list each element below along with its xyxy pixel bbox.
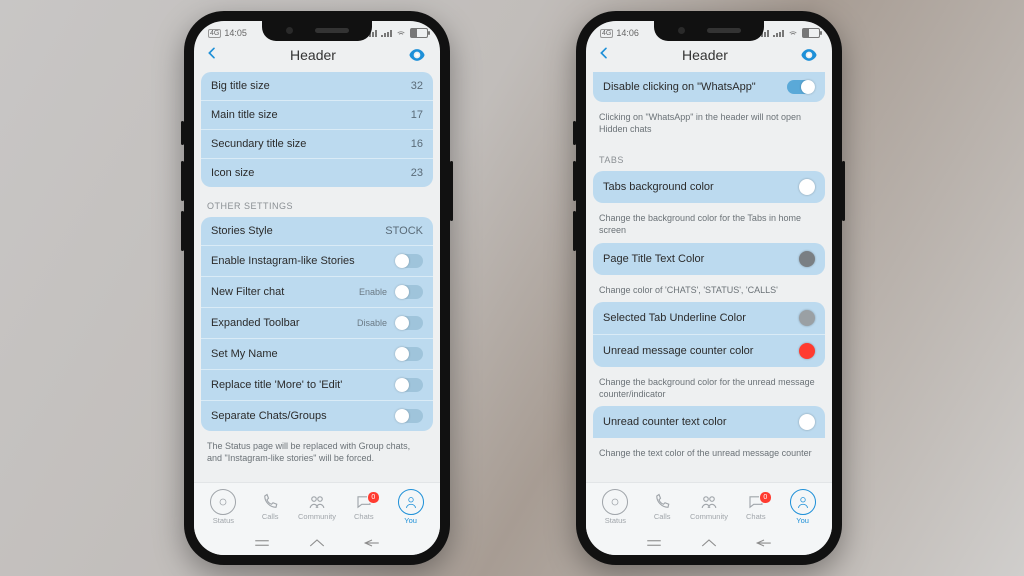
tab-chats[interactable]: 0 Chats (734, 493, 778, 521)
color-swatch-gray[interactable] (799, 251, 815, 267)
disable-click-hint: Clicking on "WhatsApp" in the header wil… (593, 108, 825, 141)
back-button[interactable] (596, 45, 612, 66)
color-swatch-gray2[interactable] (799, 310, 815, 326)
row-page-title-text-color[interactable]: Page Title Text Color (593, 243, 825, 275)
back-button[interactable] (204, 45, 220, 66)
sizes-card: Big title size 32 Main title size 17 Sec… (201, 72, 433, 187)
section-other-settings: OTHER SETTINGS (207, 201, 429, 211)
row-instagram-stories[interactable]: Enable Instagram-like Stories (201, 245, 433, 276)
color-swatch-white[interactable] (799, 179, 815, 195)
tab-you[interactable]: You (781, 489, 825, 525)
toggle-disable-clicking[interactable] (787, 80, 815, 94)
tab-chats[interactable]: 0 Chats (342, 493, 386, 521)
row-big-title-size[interactable]: Big title size 32 (201, 72, 433, 100)
row-icon-size[interactable]: Icon size 23 (201, 158, 433, 187)
bottom-tabbar: Status Calls Community 0 Chats You (586, 482, 832, 531)
community-icon (308, 493, 326, 511)
tabs-bg-card: Tabs background color (593, 171, 825, 203)
tab-community[interactable]: Community (687, 493, 731, 521)
page-title: Header (682, 47, 728, 63)
tab-you[interactable]: You (389, 489, 433, 525)
section-tabs: TABS (599, 155, 821, 165)
tab-community[interactable]: Community (295, 493, 339, 521)
phone-right: 4G 14:06 Header (576, 11, 842, 565)
visibility-icon[interactable] (406, 44, 428, 66)
tab-colors-card: Selected Tab Underline Color Unread mess… (593, 302, 825, 367)
row-expanded-toolbar[interactable]: Expanded Toolbar Disable (201, 307, 433, 338)
row-tabs-background-color[interactable]: Tabs background color (593, 171, 825, 203)
color-swatch-red[interactable] (799, 343, 815, 359)
tab-status[interactable]: Status (201, 489, 245, 525)
back-icon[interactable] (755, 537, 773, 549)
row-stories-style[interactable]: Stories Style STOCK (201, 217, 433, 245)
home-icon[interactable] (700, 537, 718, 549)
unread-text-color-hint: Change the text color of the unread mess… (593, 444, 825, 459)
wifi-icon (396, 28, 406, 38)
battery-icon (802, 28, 820, 38)
visibility-icon[interactable] (798, 44, 820, 66)
toggle-instagram-stories[interactable] (395, 254, 423, 268)
unread-badge: 0 (367, 491, 380, 504)
status-icon (210, 489, 236, 515)
disable-click-card: Disable clicking on "WhatsApp" (593, 72, 825, 102)
row-set-my-name[interactable]: Set My Name (201, 338, 433, 369)
row-separate-chats-groups[interactable]: Separate Chats/Groups (201, 400, 433, 431)
unread-badge: 0 (759, 491, 772, 504)
user-icon (398, 489, 424, 515)
row-disable-clicking-whatsapp[interactable]: Disable clicking on "WhatsApp" (593, 72, 825, 102)
community-icon (700, 493, 718, 511)
unread-color-hint: Change the background color for the unre… (593, 373, 825, 406)
row-unread-counter-text-color[interactable]: Unread counter text color (593, 406, 825, 438)
toggle-set-my-name[interactable] (395, 347, 423, 361)
row-selected-tab-underline-color[interactable]: Selected Tab Underline Color (593, 302, 825, 334)
battery-icon (410, 28, 428, 38)
bottom-tabbar: Status Calls Community 0 Chats You (194, 482, 440, 531)
recents-icon[interactable] (645, 537, 663, 549)
wifi-icon (788, 28, 798, 38)
signal-icon (773, 30, 784, 37)
phone-icon (261, 493, 279, 511)
page-title-color-hint: Change color of 'CHATS', 'STATUS', 'CALL… (593, 281, 825, 302)
row-new-filter-chat[interactable]: New Filter chat Enable (201, 276, 433, 307)
toggle-new-filter[interactable] (395, 285, 423, 299)
page-title-color-card: Page Title Text Color (593, 243, 825, 275)
other-settings-card: Stories Style STOCK Enable Instagram-lik… (201, 217, 433, 431)
android-navbar (194, 531, 440, 555)
phone-left: 4G 14:05 Header (184, 11, 450, 565)
tab-calls[interactable]: Calls (640, 493, 684, 521)
row-main-title-size[interactable]: Main title size 17 (201, 100, 433, 129)
toggle-expanded-toolbar[interactable] (395, 316, 423, 330)
status-time: 14:06 (616, 28, 639, 38)
status-time: 14:05 (224, 28, 247, 38)
status-icon (602, 489, 628, 515)
back-icon[interactable] (363, 537, 381, 549)
recents-icon[interactable] (253, 537, 271, 549)
unread-text-color-card: Unread counter text color (593, 406, 825, 438)
tab-status[interactable]: Status (593, 489, 637, 525)
android-navbar (586, 531, 832, 555)
row-unread-message-counter-color[interactable]: Unread message counter color (593, 334, 825, 367)
signal-icon (381, 30, 392, 37)
phone-icon (653, 493, 671, 511)
row-replace-title[interactable]: Replace title 'More' to 'Edit' (201, 369, 433, 400)
tabs-bg-hint: Change the background color for the Tabs… (593, 209, 825, 242)
tab-calls[interactable]: Calls (248, 493, 292, 521)
page-title: Header (290, 47, 336, 63)
user-icon (790, 489, 816, 515)
other-settings-hint: The Status page will be replaced with Gr… (201, 437, 433, 470)
row-secondary-title-size[interactable]: Secundary title size 16 (201, 129, 433, 158)
toggle-separate-chats[interactable] (395, 409, 423, 423)
color-swatch-white2[interactable] (799, 414, 815, 430)
toggle-replace-title[interactable] (395, 378, 423, 392)
home-icon[interactable] (308, 537, 326, 549)
